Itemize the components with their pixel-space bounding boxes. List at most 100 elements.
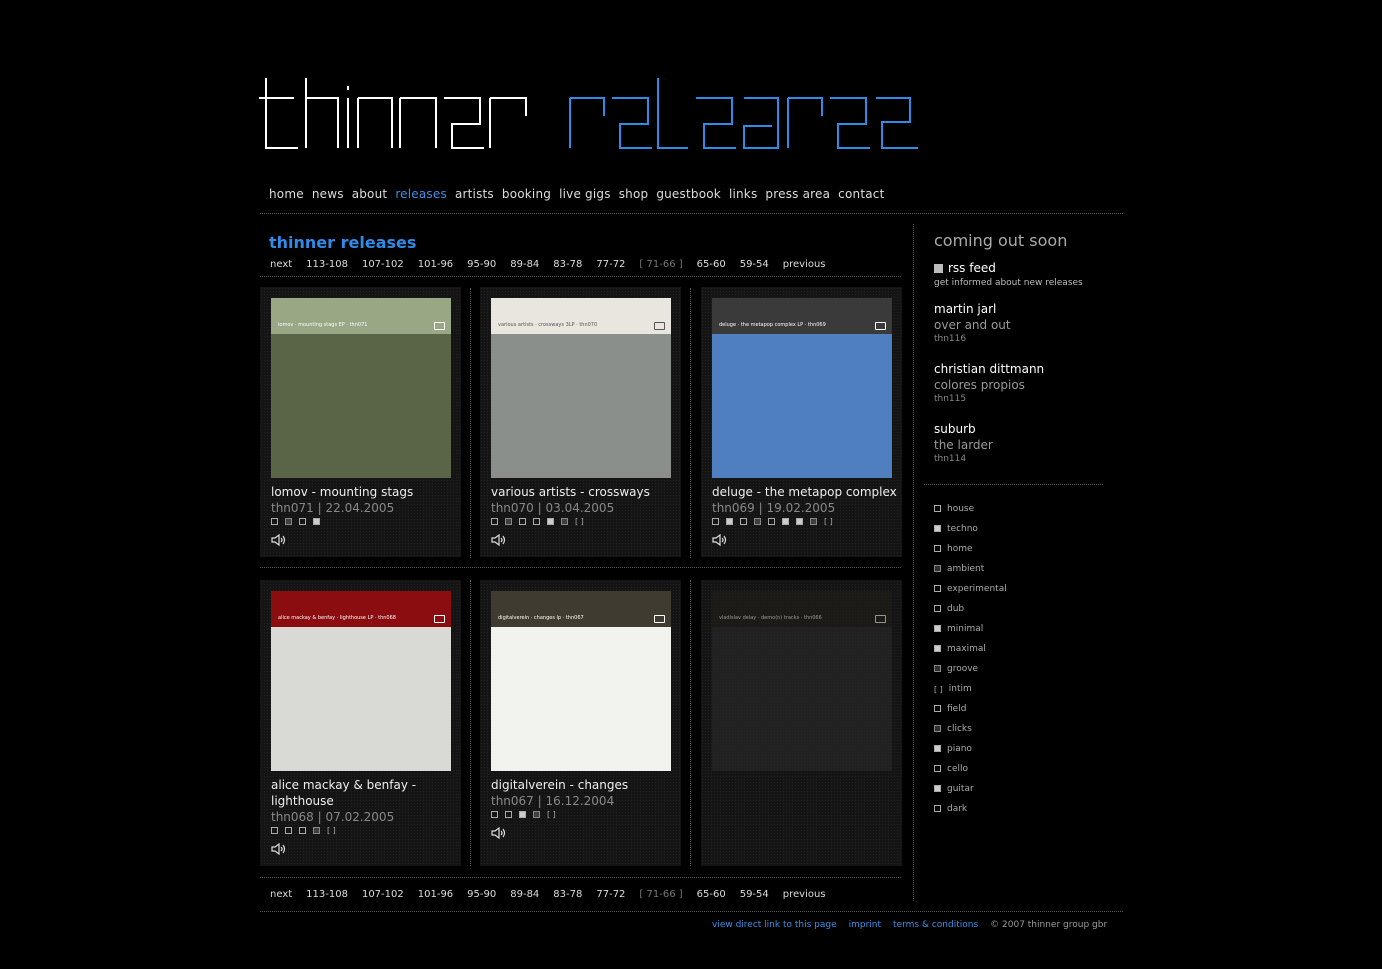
bracket-icon[interactable]: [ ]: [575, 518, 584, 526]
nav-releases[interactable]: releases: [395, 187, 447, 201]
bracket-icon[interactable]: [ ]: [547, 811, 556, 819]
pager-item[interactable]: previous: [783, 259, 826, 270]
dots-icon[interactable]: [505, 518, 512, 525]
speaker-icon[interactable]: [712, 534, 728, 546]
pager-item[interactable]: 101-96: [418, 889, 453, 900]
nav-shop[interactable]: shop: [619, 187, 649, 201]
genre-cello[interactable]: cello: [934, 764, 968, 774]
nav-home[interactable]: home: [269, 187, 304, 201]
release-title[interactable]: digitalverein - changes: [491, 777, 676, 793]
pager-item[interactable]: 101-96: [418, 259, 453, 270]
release-title[interactable]: lomov - mounting stags: [271, 484, 456, 500]
pager-item[interactable]: 65-60: [697, 259, 726, 270]
bracket-icon[interactable]: [ ]: [327, 827, 336, 835]
grid-icon[interactable]: [491, 811, 498, 818]
bracket-icon[interactable]: [ ]: [824, 518, 833, 526]
dots-icon[interactable]: [285, 518, 292, 525]
release-title[interactable]: deluge - the metapop complex: [712, 484, 897, 500]
box-icon[interactable]: [533, 518, 540, 525]
pager-item[interactable]: 77-72: [596, 259, 625, 270]
genre-house[interactable]: house: [934, 504, 974, 514]
nav-about[interactable]: about: [352, 187, 388, 201]
genre-intim[interactable]: [ ] intim: [934, 684, 972, 694]
bars-icon[interactable]: [726, 518, 733, 525]
grid-icon[interactable]: [491, 518, 498, 525]
nav-artists[interactable]: artists: [455, 187, 494, 201]
pager-item[interactable]: 113-108: [306, 259, 348, 270]
pager-item[interactable]: next: [270, 889, 292, 900]
thinner-releases-logo[interactable]: [258, 76, 928, 154]
pager-item[interactable]: 113-108: [306, 889, 348, 900]
release-cover[interactable]: digitalverein · changes lp · thn067: [491, 591, 671, 771]
speaker-icon[interactable]: [491, 827, 507, 839]
nav-press-area[interactable]: press area: [765, 187, 830, 201]
genre-dub[interactable]: dub: [934, 604, 964, 614]
speaker-icon[interactable]: [271, 843, 287, 855]
check-icon[interactable]: [810, 518, 817, 525]
pager-item[interactable]: 77-72: [596, 889, 625, 900]
genre-groove[interactable]: groove: [934, 664, 978, 674]
x-icon[interactable]: [768, 518, 775, 525]
release-cover[interactable]: alice mackay & benfay · lighthouse LP · …: [271, 591, 451, 771]
speaker-icon[interactable]: [271, 534, 287, 546]
minus-icon[interactable]: [547, 518, 554, 525]
x-icon[interactable]: [519, 518, 526, 525]
minus-icon[interactable]: [519, 811, 526, 818]
pager-item[interactable]: next: [270, 259, 292, 270]
rss-feed-link[interactable]: rss feed: [934, 261, 996, 275]
upcoming-artist[interactable]: martin jarl: [934, 302, 996, 316]
release-cover[interactable]: lomov · mounting stags EP · thn071: [271, 298, 451, 478]
pager-item[interactable]: 89-84: [510, 259, 539, 270]
upcoming-artist[interactable]: christian dittmann: [934, 362, 1044, 376]
pager-item[interactable]: 83-78: [553, 259, 582, 270]
pager-item[interactable]: previous: [783, 889, 826, 900]
genre-piano[interactable]: piano: [934, 744, 972, 754]
genre-field[interactable]: field: [934, 704, 966, 714]
genre-clicks[interactable]: clicks: [934, 724, 972, 734]
pager-item[interactable]: 65-60: [697, 889, 726, 900]
x-icon[interactable]: [271, 827, 278, 834]
terms-link[interactable]: terms & conditions: [893, 920, 978, 930]
pager-item[interactable]: 83-78: [553, 889, 582, 900]
nav-live-gigs[interactable]: live gigs: [559, 187, 611, 201]
pager-item[interactable]: 59-54: [740, 889, 769, 900]
check-icon[interactable]: [533, 811, 540, 818]
dots-icon[interactable]: [754, 518, 761, 525]
genre-experimental[interactable]: experimental: [934, 584, 1007, 594]
box-icon[interactable]: [299, 827, 306, 834]
minus-icon[interactable]: [313, 518, 320, 525]
pager-item[interactable]: 59-54: [740, 259, 769, 270]
genre-dark[interactable]: dark: [934, 804, 967, 814]
release-cover[interactable]: deluge · the metapop complex LP · thn069: [712, 298, 892, 478]
genre-home[interactable]: home: [934, 544, 973, 554]
pager-item[interactable]: 95-90: [467, 889, 496, 900]
genre-ambient[interactable]: ambient: [934, 564, 984, 574]
pager-item[interactable]: 89-84: [510, 889, 539, 900]
pager-item[interactable]: 107-102: [362, 259, 404, 270]
check-icon[interactable]: [313, 827, 320, 834]
nav-links[interactable]: links: [729, 187, 757, 201]
plus-icon[interactable]: [796, 518, 803, 525]
release-cover[interactable]: various artists · crossways 3LP · thn070: [491, 298, 671, 478]
check-icon[interactable]: [561, 518, 568, 525]
direct-link[interactable]: view direct link to this page: [712, 920, 837, 930]
nav-booking[interactable]: booking: [502, 187, 551, 201]
box-icon[interactable]: [505, 811, 512, 818]
minus-icon[interactable]: [782, 518, 789, 525]
grid-icon[interactable]: [285, 827, 292, 834]
upcoming-artist[interactable]: suburb: [934, 422, 976, 436]
genre-guitar[interactable]: guitar: [934, 784, 974, 794]
imprint-link[interactable]: imprint: [849, 920, 881, 930]
release-cover[interactable]: vladislav delay · demo(n) tracks · thn06…: [712, 591, 892, 771]
pager-item[interactable]: 95-90: [467, 259, 496, 270]
release-title[interactable]: various artists - crossways: [491, 484, 676, 500]
release-title[interactable]: alice mackay & benfay - lighthouse: [271, 777, 456, 809]
nav-guestbook[interactable]: guestbook: [656, 187, 721, 201]
grid-icon[interactable]: [271, 518, 278, 525]
pager-item[interactable]: 107-102: [362, 889, 404, 900]
x-icon[interactable]: [712, 518, 719, 525]
grid-icon[interactable]: [740, 518, 747, 525]
speaker-icon[interactable]: [491, 534, 507, 546]
genre-maximal[interactable]: maximal: [934, 644, 986, 654]
nav-news[interactable]: news: [312, 187, 344, 201]
